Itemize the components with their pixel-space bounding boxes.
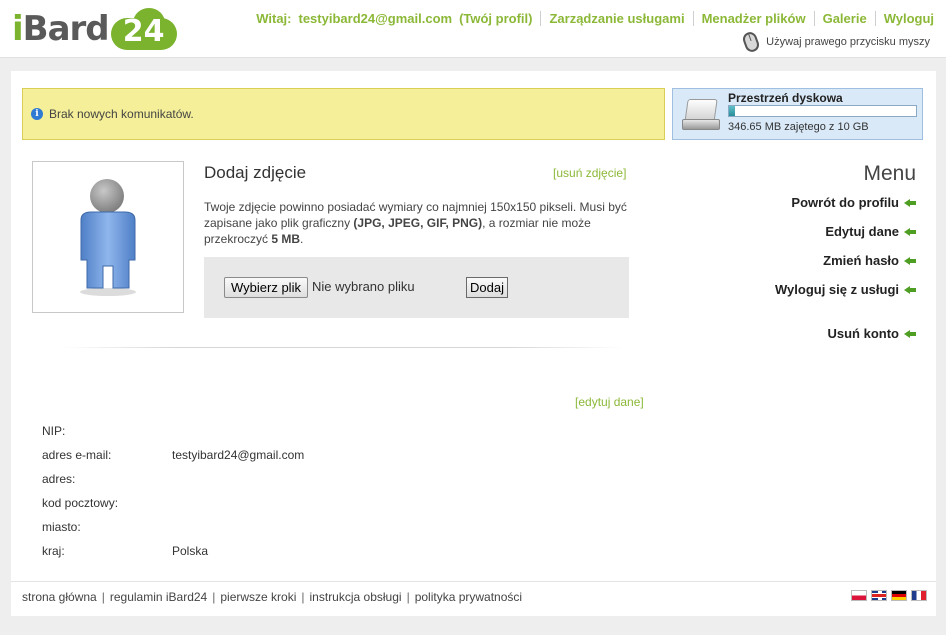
arrow-left-icon [904, 285, 916, 295]
mouse-icon [741, 30, 762, 54]
photo-requirements: Twoje zdjęcie powinno posiadać wymiary c… [204, 199, 629, 247]
menu-back-to-profile[interactable]: Powrót do profilu [791, 195, 916, 210]
header: i Bard 24 Witaj: testyibard24@gmail.com … [0, 0, 946, 58]
footer-link-privacy[interactable]: polityka prywatności [415, 590, 522, 604]
right-click-hint-text: Używaj prawego przycisku myszy [766, 36, 930, 48]
arrow-left-icon [904, 198, 916, 208]
edit-data-label[interactable]: edytuj dane [578, 395, 640, 409]
detail-label-city: miasto: [42, 520, 81, 534]
detail-label-address: adres: [42, 472, 76, 486]
section-divider [63, 347, 623, 348]
ibard24-logo[interactable]: i Bard 24 [12, 8, 177, 50]
detail-label-nip: NIP: [42, 424, 66, 438]
menu-title: Menu [863, 162, 916, 185]
gb-flag-icon[interactable] [871, 590, 887, 601]
default-avatar-icon [80, 179, 136, 296]
logo-cloud-icon: 24 [110, 8, 177, 50]
greeting-label: Witaj: [256, 11, 292, 26]
arrow-left-icon [904, 227, 916, 237]
menu-item-label[interactable]: Powrót do profilu [791, 195, 899, 210]
menu-change-password[interactable]: Zmień hasło [823, 253, 916, 268]
main-content: i Brak nowych komunikatów. Przestrzeń dy… [11, 71, 936, 616]
menu-logout-service[interactable]: Wyloguj się z usługi [775, 282, 916, 297]
file-status-text: Nie wybrano pliku [312, 279, 415, 294]
nav-file-manager[interactable]: Menadżer plików [692, 11, 814, 26]
profile-photo [32, 161, 184, 313]
user-email-link[interactable]: testyibard24@gmail.com [299, 11, 453, 26]
disk-space-box: Przestrzeń dyskowa 346.65 MB zajętego z … [672, 88, 923, 140]
detail-label-email: adres e-mail: [42, 448, 112, 462]
footer-links: strona główna | regulamin iBard24 | pierws… [22, 590, 523, 604]
choose-file-button[interactable]: Wybierz plik [224, 277, 308, 298]
fr-flag-icon[interactable] [911, 590, 927, 601]
desc-size: 5 MB [271, 232, 301, 246]
footer-link-manual[interactable]: instrukcja obsługi [310, 590, 402, 604]
remove-photo-label[interactable]: usuń zdjęcie [556, 166, 623, 180]
hard-drive-icon [682, 99, 720, 131]
disk-usage-fill [729, 106, 736, 116]
message-text: Brak nowych komunikatów. [49, 107, 194, 121]
logo-bard: Bard [22, 9, 110, 49]
menu-item-label[interactable]: Usuń konto [828, 326, 900, 341]
desc-formats: (JPG, JPEG, GIF, PNG) [353, 216, 483, 230]
logo-i: i [12, 9, 24, 49]
disk-space-title: Przestrzeń dyskowa [728, 91, 843, 105]
logo-number: 24 [122, 14, 165, 49]
detail-value-email: testyibard24@gmail.com [172, 448, 305, 462]
upload-form: Wybierz plik Nie wybrano pliku Dodaj [204, 257, 629, 318]
nav-galleries[interactable]: Galerie [813, 11, 875, 26]
add-photo-button[interactable]: Dodaj [466, 277, 508, 298]
footer-link-terms[interactable]: regulamin iBard24 [110, 590, 207, 604]
top-navigation: Witaj: testyibard24@gmail.com (Twój prof… [256, 11, 934, 26]
info-icon: i [31, 108, 43, 120]
footer-link-first-steps[interactable]: pierwsze kroki [220, 590, 296, 604]
footer-divider [11, 581, 936, 582]
detail-label-country: kraj: [42, 544, 65, 558]
nav-services[interactable]: Zarządzanie usługami [540, 11, 692, 26]
profile-link[interactable]: (Twój profil) [459, 11, 532, 26]
edit-data-link[interactable]: [edytuj dane] [575, 395, 644, 409]
nav-logout[interactable]: Wyloguj [874, 11, 934, 26]
desc-part-3: . [300, 232, 304, 246]
add-photo-title: Dodaj zdjęcie [204, 163, 307, 182]
right-click-hint: Używaj prawego przycisku myszy [741, 30, 930, 54]
menu-item-label[interactable]: Zmień hasło [823, 253, 899, 268]
menu-item-label[interactable]: Wyloguj się z usługi [775, 282, 899, 297]
de-flag-icon[interactable] [891, 590, 907, 601]
language-flags [847, 590, 927, 601]
arrow-left-icon [904, 329, 916, 339]
detail-value-country: Polska [172, 544, 209, 558]
detail-label-postcode: kod pocztowy: [42, 496, 119, 510]
message-box: i Brak nowych komunikatów. [22, 88, 665, 140]
menu-edit-data[interactable]: Edytuj dane [825, 224, 916, 239]
footer-link-home[interactable]: strona główna [22, 590, 97, 604]
arrow-left-icon [904, 256, 916, 266]
disk-usage-text: 346.65 MB zajętego z 10 GB [728, 121, 869, 133]
menu-delete-account[interactable]: Usuń konto [828, 326, 916, 341]
remove-photo-link[interactable]: [usuń zdjęcie] [553, 166, 626, 180]
disk-usage-bar [728, 105, 917, 117]
menu-item-label[interactable]: Edytuj dane [825, 224, 899, 239]
pl-flag-icon[interactable] [851, 590, 867, 601]
